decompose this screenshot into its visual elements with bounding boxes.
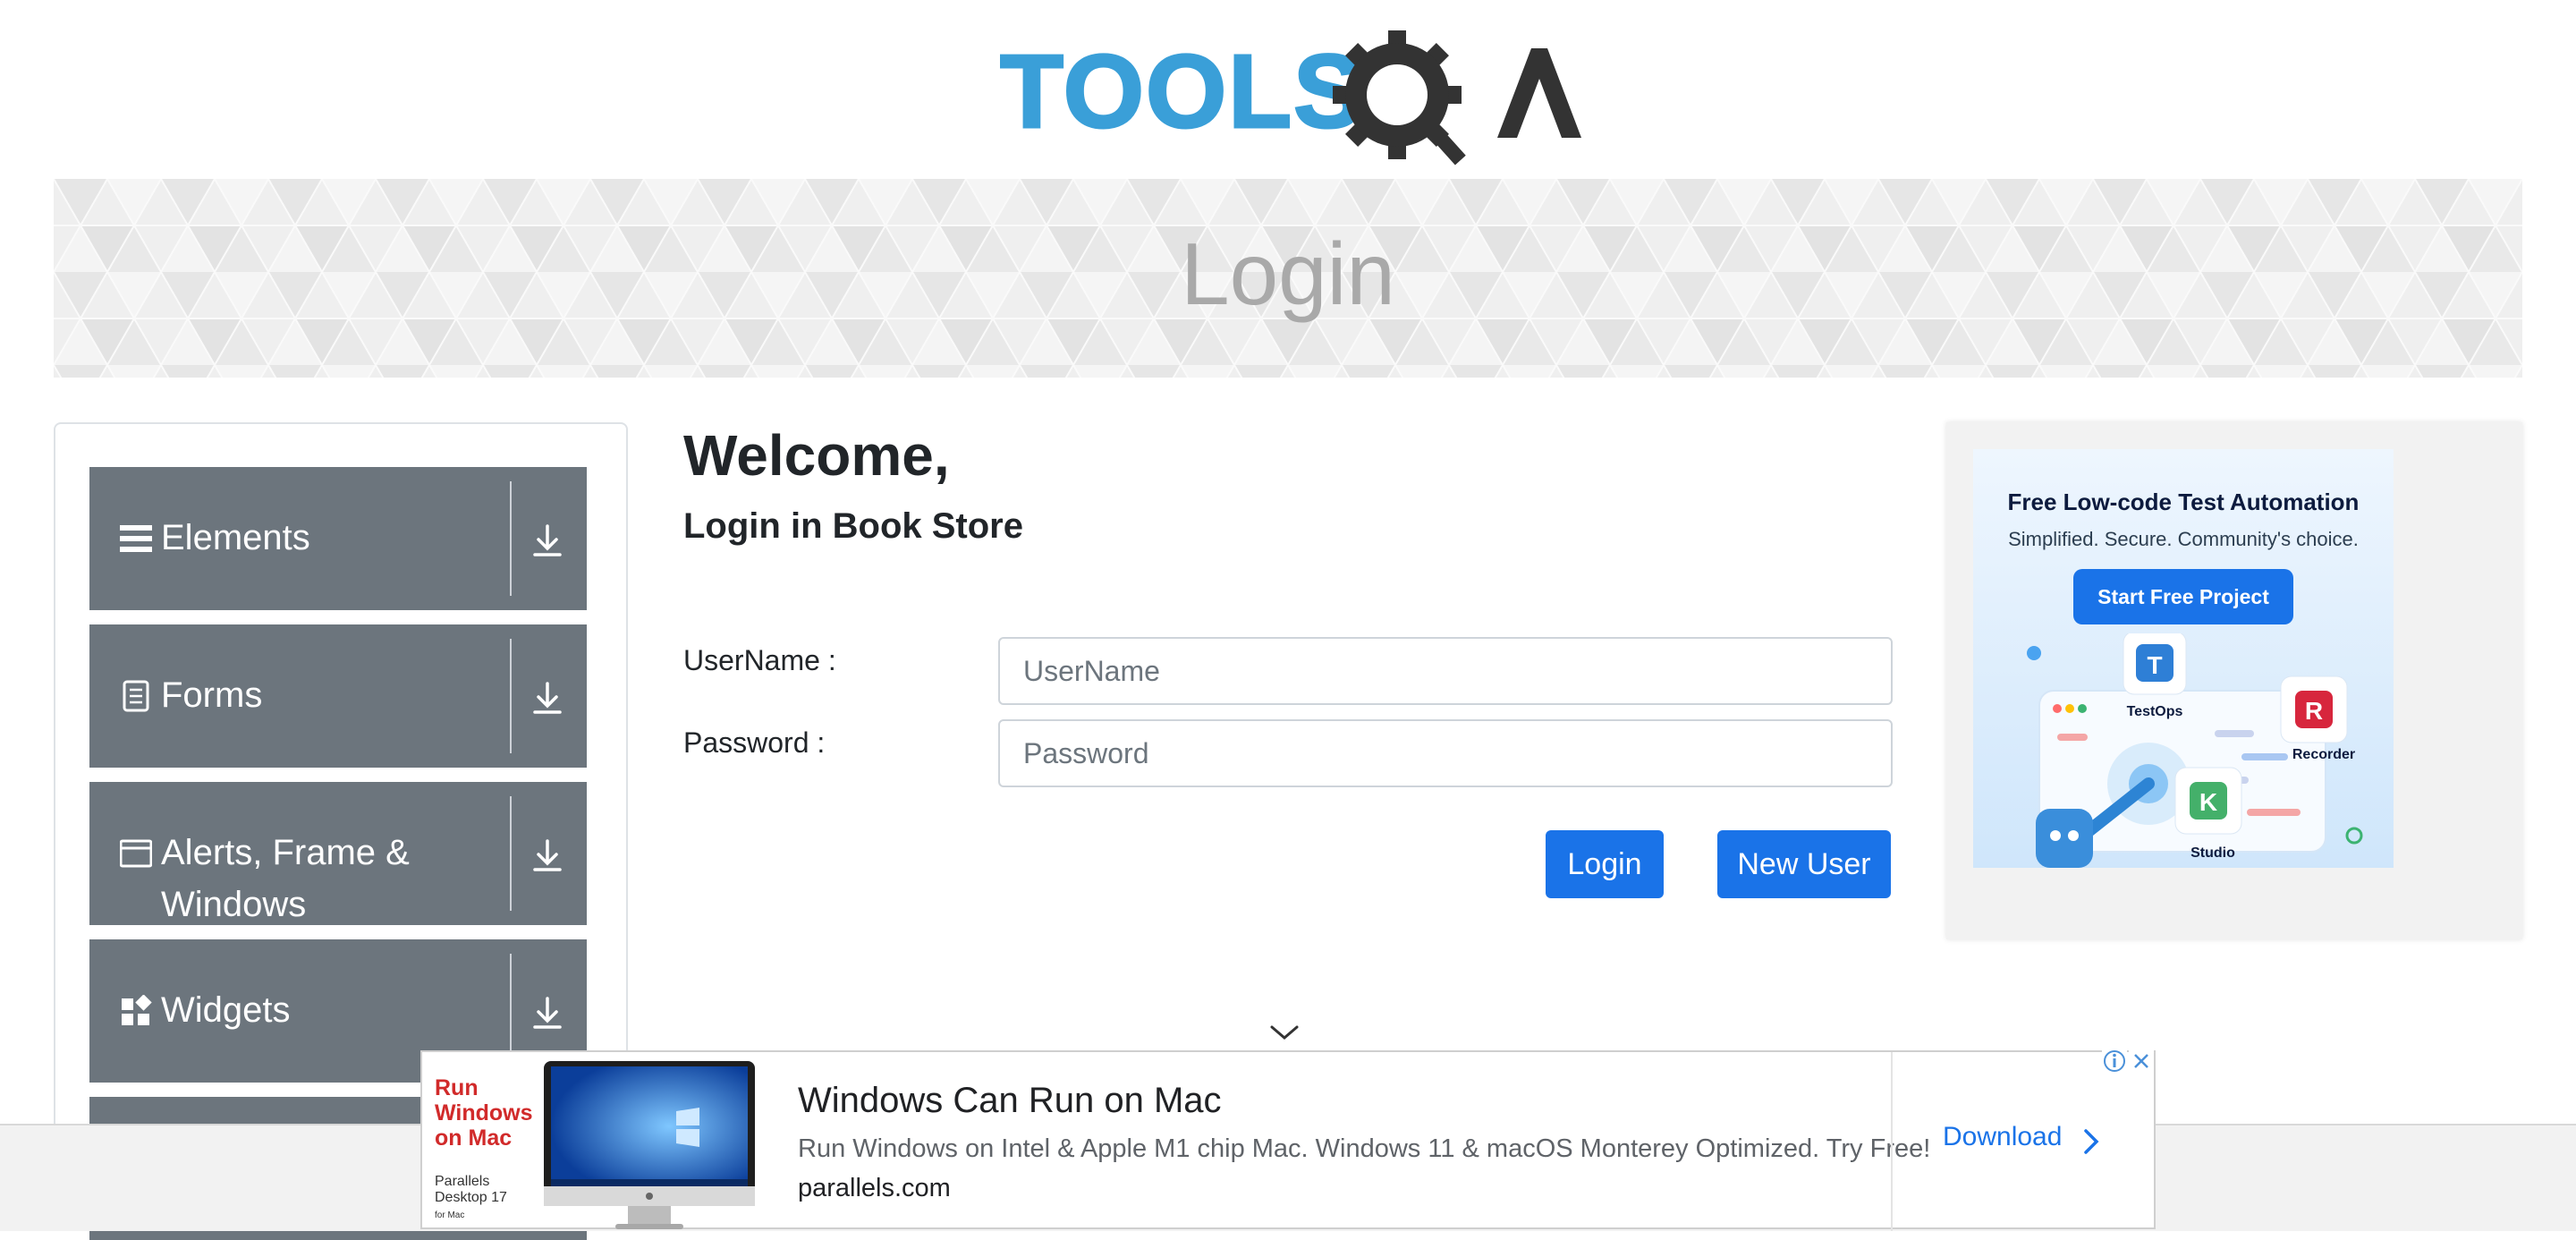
sidebar-group-forms[interactable]: Forms	[89, 624, 587, 768]
welcome-heading: Welcome,	[683, 423, 950, 488]
sidebar-group-label: Widgets	[161, 990, 291, 1030]
sidebar-group-label: Forms	[161, 675, 263, 715]
download-arrow-icon	[533, 839, 562, 871]
svg-text:TOOLS: TOOLS	[1000, 33, 1364, 149]
chevron-right-icon[interactable]	[2082, 1127, 2100, 1156]
chevron-down-icon[interactable]	[1268, 1022, 1301, 1043]
ad-product: Parallels Desktop 17 for Mac	[435, 1174, 533, 1224]
svg-text:R: R	[2305, 697, 2323, 725]
download-arrow-icon	[533, 997, 562, 1029]
sidebar-group-label: Alerts, Frame & Windows	[161, 833, 410, 924]
recorder-app-icon: R Recorder	[2280, 675, 2355, 762]
svg-text:Recorder: Recorder	[2292, 747, 2355, 762]
menu-bars-icon	[120, 525, 152, 552]
ad-close-icon[interactable]	[2129, 1049, 2154, 1074]
ad-illustration: T TestOps R Recorder K Studio	[2027, 633, 2363, 868]
document-icon	[123, 680, 149, 712]
login-button[interactable]: Login	[1546, 830, 1664, 898]
svg-text:T: T	[2147, 651, 2162, 679]
login-subtitle: Login in Book Store	[683, 506, 1023, 546]
page-title: Login	[1181, 225, 1395, 323]
widgets-icon	[122, 995, 152, 1025]
download-arrow-icon	[533, 682, 562, 714]
parallels-ad[interactable]: Run Windows on Mac Parallels Desktop 17 …	[420, 1049, 2156, 1231]
download-arrow-icon	[533, 524, 562, 556]
ad-headline: Windows Can Run on Mac	[798, 1081, 1222, 1120]
mac-monitor-image	[544, 1061, 755, 1229]
username-label: UserName :	[683, 644, 836, 676]
ad-subtitle: Simplified. Secure. Community's choice.	[2008, 528, 2359, 550]
sidebar-group-alerts-frame-windows[interactable]: Alerts, Frame & Windows	[89, 782, 587, 925]
password-label: Password :	[683, 726, 826, 759]
window-icon	[120, 839, 152, 868]
ad-info-icon[interactable]	[2102, 1049, 2127, 1074]
svg-text:TestOps: TestOps	[2127, 704, 2183, 719]
sidebar-divider	[510, 796, 512, 911]
right-ad-frame: Free Low-code Test Automation Simplified…	[1946, 422, 2522, 939]
sidebar-divider	[510, 639, 512, 753]
svg-text:K: K	[2199, 788, 2217, 816]
ad-divider	[1891, 1052, 1893, 1231]
svg-text:Studio: Studio	[2190, 845, 2235, 861]
new-user-button[interactable]: New User	[1717, 830, 1891, 898]
ad-description: Run Windows on Intel & Apple M1 chip Mac…	[798, 1134, 1931, 1163]
testops-app-icon: T TestOps	[2123, 633, 2187, 719]
password-input[interactable]	[998, 719, 1893, 787]
username-input[interactable]	[998, 637, 1893, 705]
sidebar-divider	[510, 481, 512, 596]
sidebar-group-elements[interactable]: Elements	[89, 467, 587, 610]
toolsqa-logo[interactable]: TOOLS	[999, 25, 1581, 168]
sidebar-group-label: Elements	[161, 518, 310, 557]
download-link[interactable]: Download	[1943, 1122, 2062, 1152]
ad-brand: Run Windows on Mac	[435, 1075, 533, 1151]
ad-product-name: Parallels Desktop 17	[435, 1174, 507, 1205]
ad-title: Free Low-code Test Automation	[2007, 488, 2360, 515]
start-free-project-button[interactable]: Start Free Project	[2073, 569, 2293, 624]
page-banner: Login	[54, 179, 2522, 378]
katalon-ad[interactable]: Free Low-code Test Automation Simplified…	[1973, 449, 2394, 868]
ad-product-note: for Mac	[435, 1210, 465, 1220]
ad-domain: parallels.com	[798, 1174, 951, 1202]
